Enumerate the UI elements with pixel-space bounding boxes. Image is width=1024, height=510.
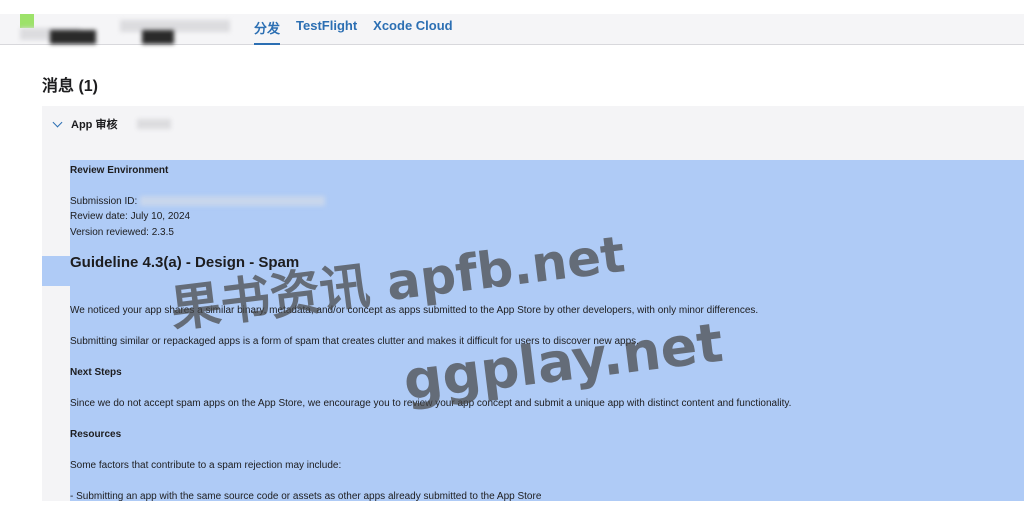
redacted-text [140, 196, 326, 207]
chevron-down-icon[interactable] [52, 117, 63, 128]
review-environment-heading: Review Environment [70, 165, 169, 176]
redacted-text [142, 30, 174, 44]
tab-testflight[interactable]: TestFlight [296, 18, 357, 45]
redacted-text [120, 20, 230, 32]
review-date: Review date: July 10, 2024 [70, 211, 191, 222]
nav-tabs: 分发 TestFlight Xcode Cloud [254, 18, 453, 45]
message-bullet: - Submitting an app with the same source… [70, 491, 542, 502]
next-steps-heading: Next Steps [70, 367, 122, 378]
page-title: 消息 (1) [42, 78, 99, 95]
message-paragraph: Since we do not accept spam apps on the … [70, 398, 792, 409]
redacted-text [137, 119, 172, 129]
tab-distribution[interactable]: 分发 [254, 18, 281, 45]
version-reviewed: Version reviewed: 2.3.5 [70, 227, 174, 238]
redacted-text [50, 30, 96, 44]
section-header[interactable]: App 审核 [52, 116, 172, 132]
app-logo-icon [20, 14, 34, 28]
message-paragraph: We noticed your app shares a similar bin… [70, 305, 759, 316]
section-header-label: App 审核 [71, 119, 118, 131]
top-nav-bar: 分发 TestFlight Xcode Cloud [0, 14, 1024, 45]
guideline-heading: Guideline 4.3(a) - Design - Spam [70, 254, 300, 271]
text-selection-highlight [42, 256, 70, 286]
submission-id-label: Submission ID: [70, 196, 141, 207]
tab-xcode-cloud[interactable]: Xcode Cloud [373, 18, 452, 45]
text-selection-highlight [70, 160, 1024, 501]
page: 分发 TestFlight Xcode Cloud 消息 (1) App 审核 … [0, 0, 1024, 510]
message-paragraph: Submitting similar or repackaged apps is… [70, 336, 639, 347]
submission-id: Submission ID: [70, 195, 326, 208]
message-paragraph: Some factors that contribute to a spam r… [70, 460, 342, 471]
resources-heading: Resources [70, 429, 122, 440]
